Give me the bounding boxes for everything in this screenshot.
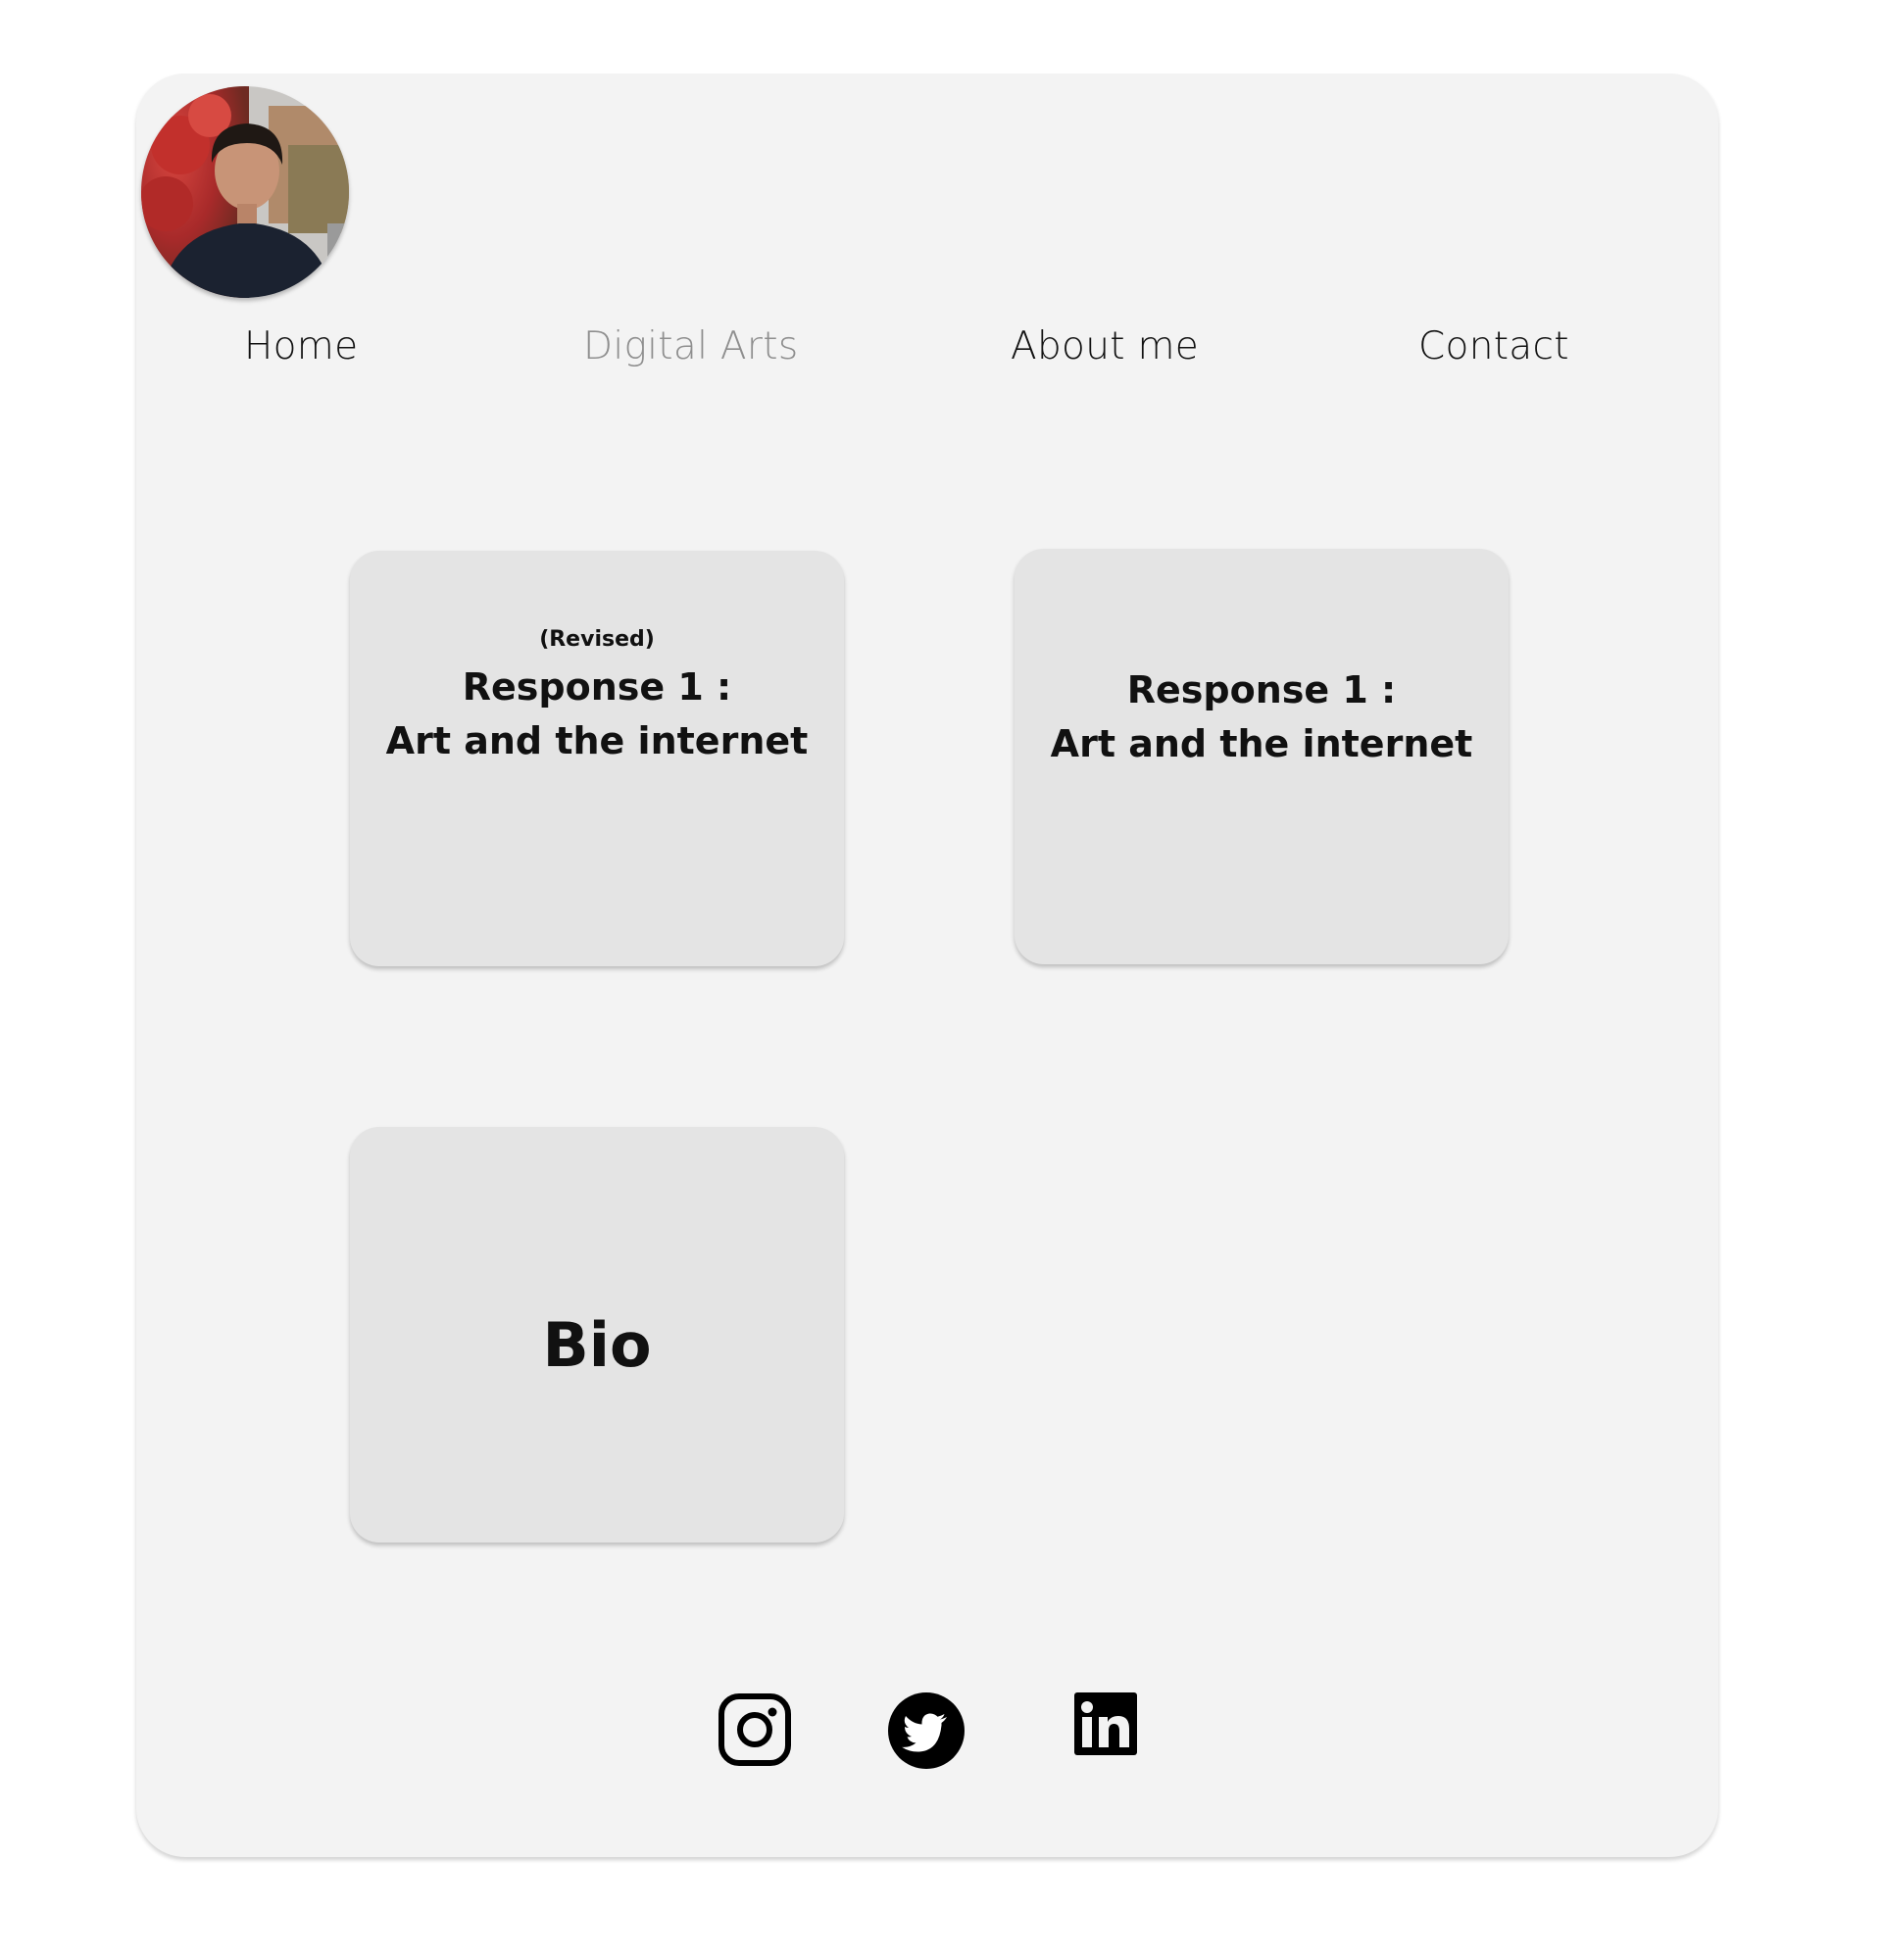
card-bio[interactable]: Bio — [350, 1127, 844, 1543]
profile-photo-image — [141, 86, 349, 298]
nav-contact[interactable]: Contact — [1418, 324, 1569, 368]
card-response-1[interactable]: Response 1 : Art and the internet — [1015, 549, 1509, 964]
card-response-1-revised[interactable]: (Revised) Response 1 : Art and the inter… — [350, 551, 844, 966]
card-subtitle: (Revised) — [539, 627, 655, 652]
nav-digital-arts[interactable]: Digital Arts — [583, 324, 798, 368]
card-title-line-2: Art and the internet — [385, 719, 809, 762]
nav-about-me[interactable]: About me — [1011, 324, 1199, 368]
card-title-line-2: Art and the internet — [1050, 722, 1473, 765]
twitter-icon[interactable] — [888, 1692, 965, 1769]
card-title-line-1: Response 1 : — [462, 665, 732, 709]
page-frame: Home Digital Arts About me Contact (Revi… — [136, 74, 1718, 1857]
nav-home[interactable]: Home — [244, 324, 358, 368]
card-title-line-1: Response 1 : — [1126, 668, 1397, 711]
card-title: Bio — [542, 1309, 652, 1381]
profile-avatar[interactable] — [141, 86, 349, 298]
instagram-icon[interactable] — [718, 1692, 792, 1767]
linkedin-icon[interactable] — [1074, 1692, 1137, 1755]
